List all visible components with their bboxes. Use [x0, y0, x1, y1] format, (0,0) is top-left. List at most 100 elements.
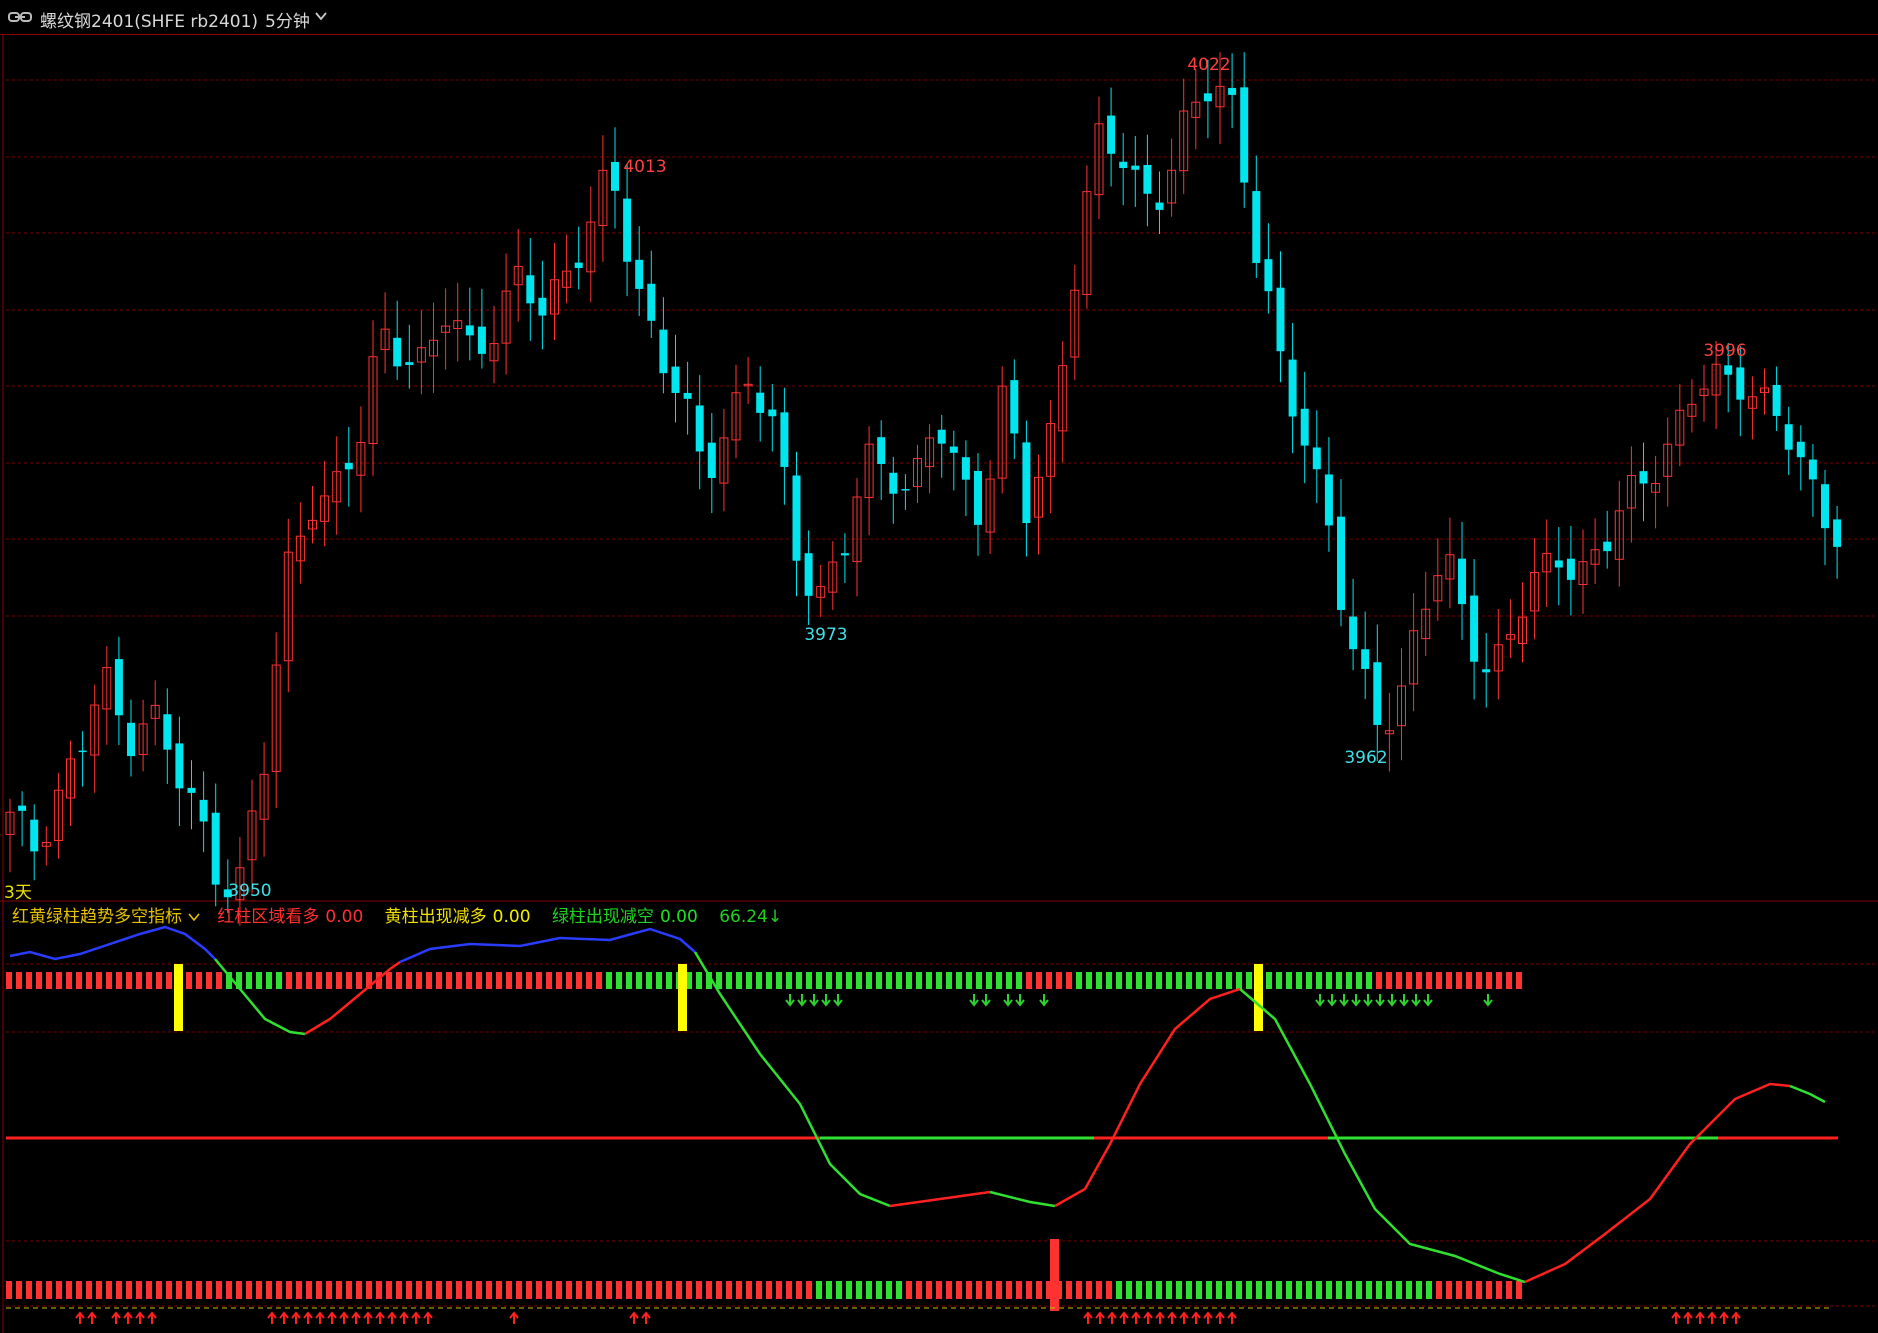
- candle-body: [538, 297, 547, 316]
- lower-indicator-bar: [36, 1281, 42, 1299]
- indicator-bar: [606, 972, 612, 989]
- indicator-bar: [406, 972, 412, 989]
- indicator-bar: [26, 972, 32, 989]
- candle-body: [163, 714, 172, 750]
- lower-indicator-bar: [586, 1281, 592, 1299]
- lower-indicator-bar: [136, 1281, 142, 1299]
- indicator-bar: [516, 972, 522, 989]
- indicator-bar: [726, 972, 732, 989]
- legend-yellow-label: 黄柱出现减多: [384, 907, 487, 927]
- indicator-bar: [1406, 972, 1412, 989]
- candle-body: [974, 470, 982, 525]
- candle-body: [1288, 359, 1297, 417]
- lower-indicator-bar: [6, 1281, 12, 1299]
- indicator-bar: [876, 972, 882, 989]
- lower-indicator-bar: [996, 1281, 1002, 1299]
- lower-indicator-bar: [606, 1281, 612, 1299]
- lower-indicator-bar: [1406, 1281, 1412, 1299]
- lower-indicator-bar: [666, 1281, 672, 1299]
- period-selector[interactable]: 5分钟: [265, 7, 310, 32]
- indicator-bar: [1266, 972, 1272, 989]
- candle-body: [1458, 558, 1466, 605]
- lower-indicator-bar: [206, 1281, 212, 1299]
- lower-indicator-bar: [76, 1281, 82, 1299]
- lower-indicator-bar: [1066, 1281, 1072, 1299]
- price-label: 3973: [804, 625, 847, 645]
- candle-body: [405, 362, 414, 365]
- indicator-bar: [766, 972, 772, 989]
- indicator-bar: [286, 972, 292, 989]
- indicator-bar: [1156, 972, 1162, 989]
- indicator-bar: [296, 972, 302, 989]
- lower-indicator-bar: [296, 1281, 302, 1299]
- lower-indicator-bar: [1506, 1281, 1512, 1299]
- indicator-bar: [566, 972, 572, 989]
- indicator-bar: [646, 972, 652, 989]
- indicator-bar: [1316, 972, 1322, 989]
- candle-body: [1361, 649, 1370, 669]
- lower-indicator-bar: [786, 1281, 792, 1299]
- indicator-bar: [1146, 972, 1152, 989]
- indicator-bar: [1366, 972, 1372, 989]
- chevron-down-icon[interactable]: [314, 9, 328, 23]
- indicator-bar: [986, 972, 992, 989]
- candle-body: [1131, 165, 1140, 170]
- candle-body: [127, 722, 135, 757]
- candle-body: [768, 409, 777, 417]
- lower-indicator-bar: [1026, 1281, 1032, 1299]
- lower-indicator-bar: [26, 1281, 32, 1299]
- candle-body: [707, 442, 716, 479]
- lower-indicator-bar: [596, 1281, 602, 1299]
- candle-body: [695, 405, 704, 452]
- yellow-signal-bar: [174, 964, 183, 1031]
- candle-body: [1724, 365, 1733, 375]
- indicator-bar: [636, 972, 642, 989]
- indicator-bar: [466, 972, 472, 989]
- lower-indicator-bar: [956, 1281, 962, 1299]
- lower-indicator-bar: [1136, 1281, 1142, 1299]
- lower-indicator-bar: [336, 1281, 342, 1299]
- lower-indicator-bar: [396, 1281, 402, 1299]
- indicator-bar: [126, 972, 132, 989]
- lower-indicator-bar: [796, 1281, 802, 1299]
- lower-indicator-bar: [176, 1281, 182, 1299]
- lower-indicator-bar: [1276, 1281, 1282, 1299]
- lower-indicator-bar: [456, 1281, 462, 1299]
- lower-indicator-bar: [1246, 1281, 1252, 1299]
- candle-body: [671, 366, 680, 393]
- price-chart[interactable]: 4013 4022 3996 3950 3973 3962: [0, 34, 1878, 1333]
- indicator-bar: [1216, 972, 1222, 989]
- chevron-down-icon[interactable]: [188, 911, 200, 923]
- lower-indicator-bar: [1376, 1281, 1382, 1299]
- indicator-bar: [1106, 972, 1112, 989]
- window-title-bar: 螺纹钢2401(SHFE rb2401) 5分钟: [0, 0, 1878, 35]
- candle-body: [1821, 484, 1829, 529]
- lower-indicator-bar: [196, 1281, 202, 1299]
- link-icon[interactable]: [8, 10, 32, 24]
- lower-indicator-bar: [756, 1281, 762, 1299]
- indicator-bar: [796, 972, 802, 989]
- lower-indicator-bar: [1076, 1281, 1082, 1299]
- indicator-bar: [186, 972, 192, 989]
- indicator-bar: [336, 972, 342, 989]
- indicator-bar: [106, 972, 112, 989]
- candle-body: [187, 787, 196, 793]
- lower-indicator-bar: [276, 1281, 282, 1299]
- indicator-bar: [1326, 972, 1332, 989]
- lower-indicator-bar: [546, 1281, 552, 1299]
- lower-indicator-bar: [326, 1281, 332, 1299]
- lower-indicator-bar: [946, 1281, 952, 1299]
- indicator-bar: [946, 972, 952, 989]
- indicator-bar: [936, 972, 942, 989]
- indicator-bar: [1126, 972, 1132, 989]
- candle-body: [792, 475, 801, 561]
- indicator-bar: [86, 972, 92, 989]
- indicator-name[interactable]: 红黄绿柱趋势多空指标: [12, 907, 182, 927]
- indicator-bar: [56, 972, 62, 989]
- candle-body: [574, 262, 583, 268]
- indicator-bar: [6, 972, 12, 989]
- lower-indicator-bar: [866, 1281, 872, 1299]
- lower-indicator-bar: [856, 1281, 862, 1299]
- lower-indicator-bar: [636, 1281, 642, 1299]
- indicator-bar: [386, 972, 392, 989]
